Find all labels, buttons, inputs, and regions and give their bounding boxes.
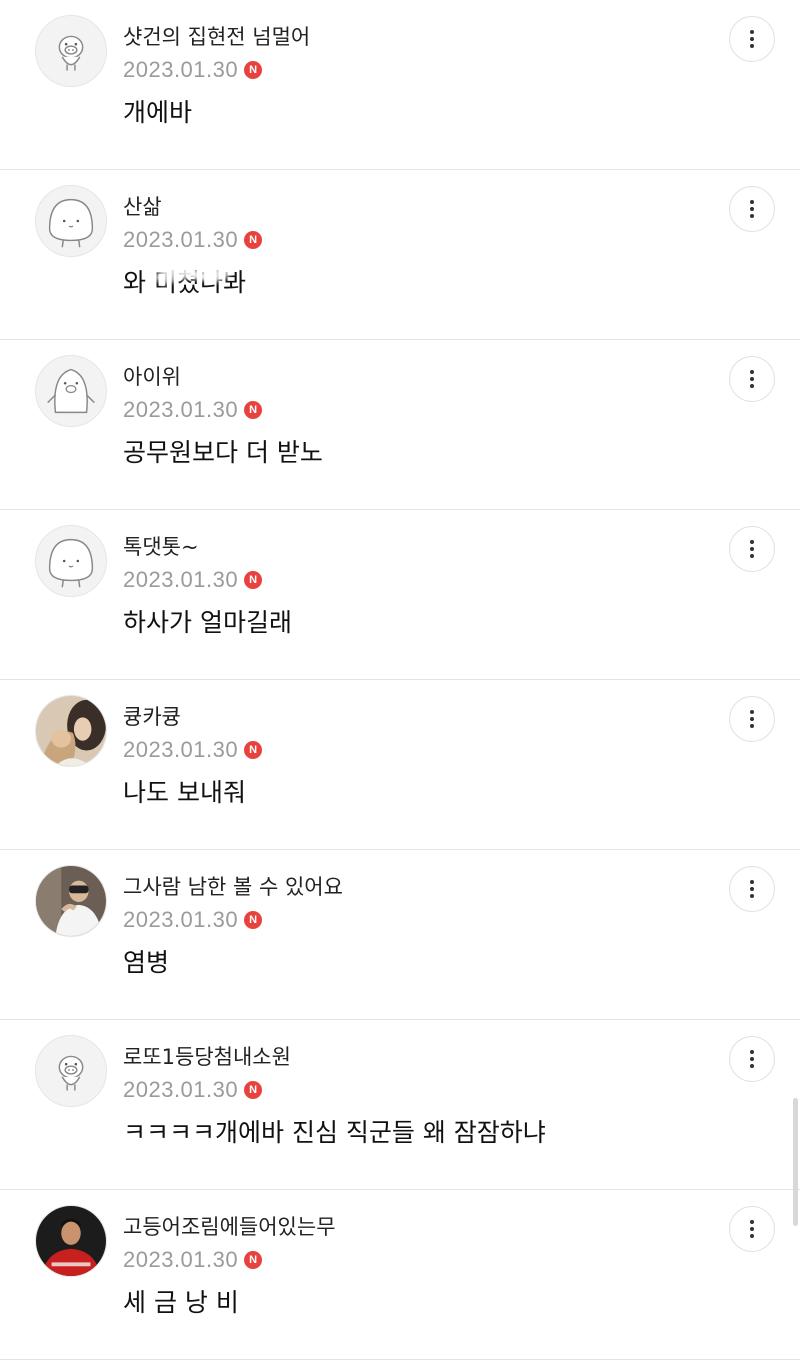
photo-avatar-icon[interactable] <box>35 865 107 937</box>
comment-item: 그사람 남한 볼 수 있어요 2023.01.30 N 염병 <box>0 850 800 1020</box>
blob-character-icon[interactable] <box>35 185 107 257</box>
comment-nickname[interactable]: 고등어조림에들어있는무 <box>123 1213 336 1241</box>
more-vertical-icon <box>750 540 754 558</box>
comment-nickname[interactable]: 산삶 <box>123 193 162 221</box>
new-badge: N <box>244 571 263 589</box>
more-vertical-icon <box>750 30 754 48</box>
more-vertical-icon <box>750 880 754 898</box>
more-options-button[interactable] <box>729 526 775 572</box>
pig-character-icon[interactable] <box>35 1035 107 1107</box>
comment-date: 2023.01.30 <box>123 907 239 932</box>
scrollbar[interactable] <box>793 1098 798 1226</box>
comment-date: 2023.01.30 <box>123 57 239 82</box>
comment-text: 하사가 얼마길래 <box>123 608 292 637</box>
comment-meta: 2023.01.30 N <box>123 55 263 85</box>
penguin-character-icon[interactable] <box>35 355 107 427</box>
comment-text: 염병 <box>123 948 170 977</box>
comment-meta: 2023.01.30 N <box>123 395 263 425</box>
more-options-button[interactable] <box>729 356 775 402</box>
comment-item: 큥카큥 2023.01.30 N 나도 보내줘 <box>0 680 800 850</box>
comment-date: 2023.01.30 <box>123 737 239 762</box>
comment-nickname[interactable]: 샷건의 집현전 넘멀어 <box>123 23 310 51</box>
pig-character-icon[interactable] <box>35 15 107 87</box>
comment-text: 공무원보다 더 받노 <box>123 438 323 467</box>
more-vertical-icon <box>750 200 754 218</box>
new-badge: N <box>244 741 263 759</box>
comment-nickname[interactable]: 아이위 <box>123 363 181 391</box>
new-badge: N <box>244 61 263 79</box>
comment-meta: 2023.01.30 N <box>123 565 263 595</box>
comment-nickname[interactable]: 로또1등당첨내소원 <box>123 1043 291 1071</box>
more-options-button[interactable] <box>729 16 775 62</box>
more-vertical-icon <box>750 710 754 728</box>
comment-nickname[interactable]: 톡댓톳~ <box>123 533 199 561</box>
comment-text: 와 미쳤나봐 <box>123 268 246 297</box>
more-options-button[interactable] <box>729 866 775 912</box>
new-badge: N <box>244 401 263 419</box>
comment-meta: 2023.01.30 N <box>123 1245 263 1275</box>
comment-text: 세 금 낭 비 <box>123 1288 239 1317</box>
more-vertical-icon <box>750 1050 754 1068</box>
comment-item: 샷건의 집현전 넘멀어 2023.01.30 N 개에바 <box>0 0 800 170</box>
new-badge: N <box>244 1251 263 1269</box>
comment-nickname[interactable]: 그사람 남한 볼 수 있어요 <box>123 873 343 901</box>
more-options-button[interactable] <box>729 186 775 232</box>
more-vertical-icon <box>750 370 754 388</box>
comment-meta: 2023.01.30 N <box>123 225 263 255</box>
new-badge: N <box>244 231 263 249</box>
comment-date: 2023.01.30 <box>123 1247 239 1272</box>
more-vertical-icon <box>750 1220 754 1238</box>
photo-avatar-icon[interactable] <box>35 695 107 767</box>
comment-date: 2023.01.30 <box>123 227 239 252</box>
comment-date: 2023.01.30 <box>123 397 239 422</box>
comment-item: 산삶 2023.01.30 N 와 미쳤나봐 <box>0 170 800 340</box>
comment-meta: 2023.01.30 N <box>123 905 263 935</box>
more-options-button[interactable] <box>729 696 775 742</box>
blob-character-icon[interactable] <box>35 525 107 597</box>
comment-text: 개에바 <box>123 98 193 127</box>
comment-meta: 2023.01.30 N <box>123 735 263 765</box>
comment-item: 로또1등당첨내소원 2023.01.30 N ㅋㅋㅋㅋ개에바 진심 직군들 왜 … <box>0 1020 800 1190</box>
new-badge: N <box>244 911 263 929</box>
comment-date: 2023.01.30 <box>123 1077 239 1102</box>
comment-meta: 2023.01.30 N <box>123 1075 263 1105</box>
more-options-button[interactable] <box>729 1036 775 1082</box>
comment-nickname[interactable]: 큥카큥 <box>123 703 181 731</box>
comment-item: 고등어조림에들어있는무 2023.01.30 N 세 금 낭 비 <box>0 1190 800 1360</box>
comment-text: 나도 보내줘 <box>123 778 246 807</box>
comment-item: 아이위 2023.01.30 N 공무원보다 더 받노 <box>0 340 800 510</box>
comment-date: 2023.01.30 <box>123 567 239 592</box>
comment-text: ㅋㅋㅋㅋ개에바 진심 직군들 왜 잠잠하냐 <box>123 1118 546 1147</box>
comment-item: 톡댓톳~ 2023.01.30 N 하사가 얼마길래 <box>0 510 800 680</box>
more-options-button[interactable] <box>729 1206 775 1252</box>
photo-avatar-icon[interactable] <box>35 1205 107 1277</box>
new-badge: N <box>244 1081 263 1099</box>
